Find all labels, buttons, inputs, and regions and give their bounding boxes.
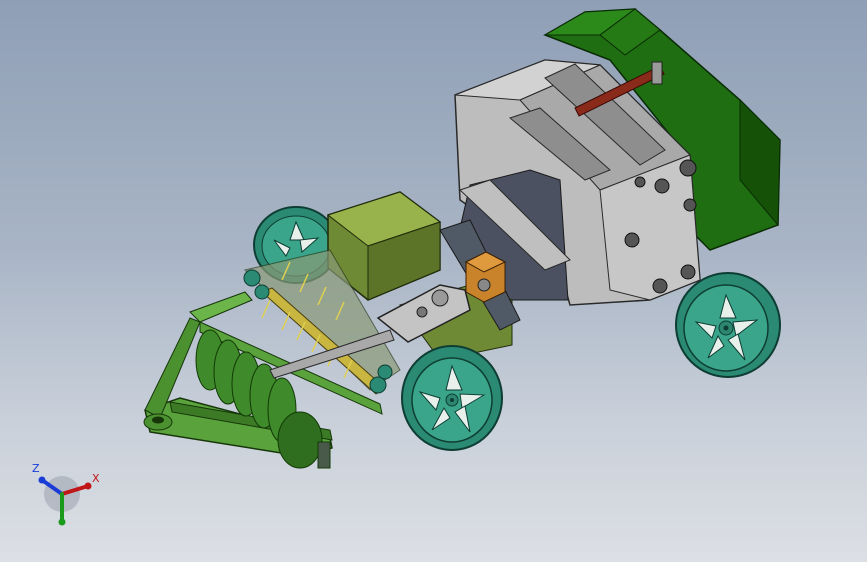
triad-y-arrowhead [58,518,66,526]
axis-triad: ZX [32,462,100,526]
cad-viewport[interactable]: ZX [0,0,867,562]
rear-right-wheel[interactable] [675,272,781,378]
baler-assembly-model[interactable] [0,0,867,562]
bevel-gearbox[interactable] [464,251,507,303]
front-right-wheel[interactable] [401,345,503,451]
triad-z-arrowhead [38,476,46,484]
triad-x-arrowhead [84,482,92,490]
triad-z-label: Z [32,462,40,475]
triad-x-label: X [92,472,100,485]
